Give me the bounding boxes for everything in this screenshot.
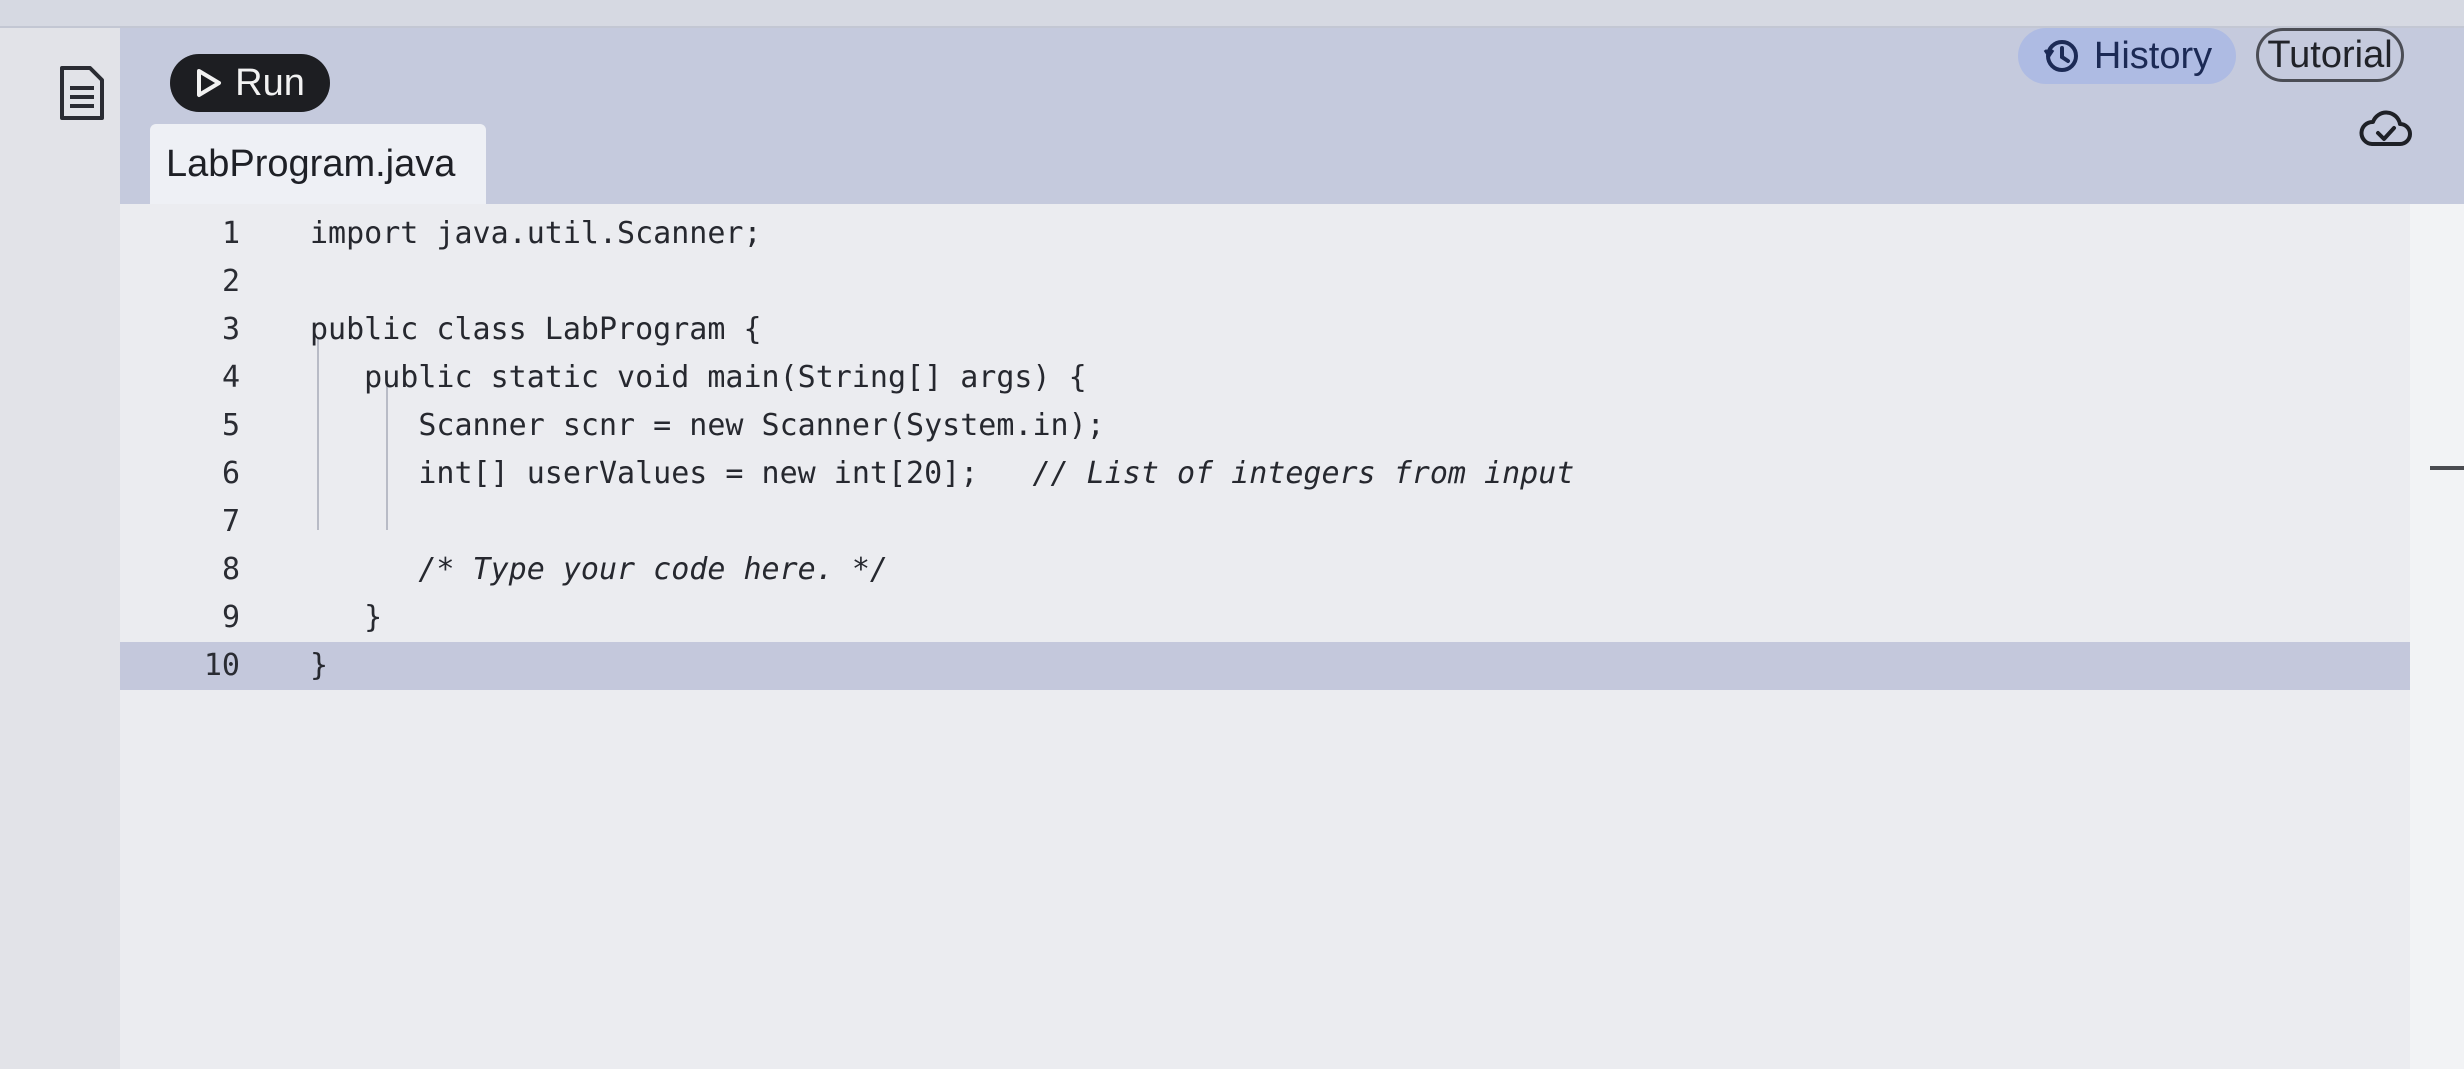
history-clock-icon <box>2043 40 2078 72</box>
line-number: 5 <box>221 408 240 443</box>
line-number: 8 <box>221 552 240 587</box>
editor-scroll-gutter[interactable] <box>2410 204 2464 1069</box>
file-tab-label: LabProgram.java <box>166 142 456 185</box>
file-document-icon[interactable] <box>58 64 106 122</box>
scrollbar-marker <box>2430 466 2464 470</box>
code-text: import java.util.Scanner; <box>310 216 762 251</box>
file-tab[interactable]: LabProgram.java <box>150 124 486 204</box>
run-button[interactable]: Run <box>170 54 330 112</box>
code-line[interactable]: 9 } <box>120 594 2410 642</box>
history-button[interactable]: History <box>2018 28 2236 84</box>
code-comment: // List of integers from input <box>1032 456 1575 491</box>
code-line-active[interactable]: 10 } <box>120 642 2410 690</box>
code-text: public class LabProgram { <box>310 312 762 347</box>
code-line[interactable]: 2 <box>120 258 2410 306</box>
line-number: 6 <box>221 456 240 491</box>
code-line[interactable]: 8 /* Type your code here. */ <box>120 546 2410 594</box>
code-line[interactable]: 5 Scanner scnr = new Scanner(System.in); <box>120 402 2410 450</box>
code-text: /* Type your code here. */ <box>310 546 888 594</box>
code-text: public static void main(String[] args) { <box>310 360 1087 395</box>
play-icon <box>197 69 222 97</box>
line-number: 3 <box>221 312 240 347</box>
history-button-label: History <box>2093 34 2213 77</box>
line-number: 9 <box>221 600 240 635</box>
cloud-check-icon <box>2359 110 2412 146</box>
code-text: } <box>310 600 383 635</box>
line-number: 4 <box>221 360 240 395</box>
code-comment: /* Type your code here. */ <box>418 552 888 587</box>
code-text: int[] userValues = new int[20]; // List … <box>310 456 1575 491</box>
line-number: 2 <box>221 264 240 299</box>
code-text: Scanner scnr = new Scanner(System.in); <box>310 408 1105 443</box>
code-editor[interactable]: 1 import java.util.Scanner; 2 3 public c… <box>120 204 2410 1069</box>
left-rail <box>0 28 120 1069</box>
browser-top-strip <box>0 0 2464 28</box>
code-line[interactable]: 7 <box>120 498 2410 546</box>
code-text: } <box>310 648 329 683</box>
tutorial-button[interactable]: Tutorial <box>2256 28 2404 82</box>
code-line[interactable]: 6 int[] userValues = new int[20]; // Lis… <box>120 450 2410 498</box>
line-number: 1 <box>221 216 240 251</box>
code-line[interactable]: 1 import java.util.Scanner; <box>120 210 2410 258</box>
line-number: 7 <box>221 504 240 539</box>
tutorial-button-label: Tutorial <box>2267 33 2393 76</box>
code-line[interactable]: 3 public class LabProgram { <box>120 306 2410 354</box>
code-line[interactable]: 4 public static void main(String[] args)… <box>120 354 2410 402</box>
line-number: 10 <box>203 648 240 683</box>
run-button-label: Run <box>235 61 305 104</box>
